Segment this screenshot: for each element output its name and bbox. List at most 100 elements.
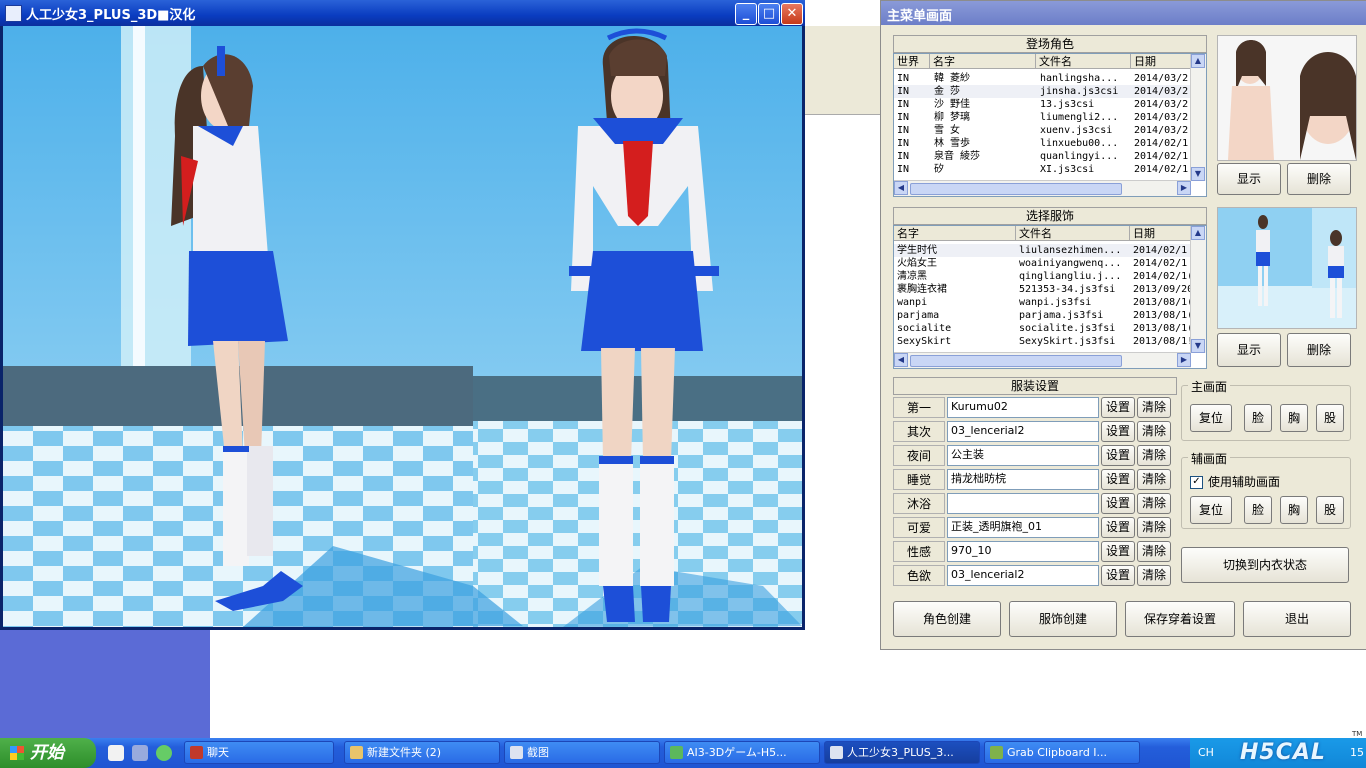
slot-set-button[interactable]: 设置 xyxy=(1101,541,1135,562)
exit-button[interactable]: 退出 xyxy=(1243,601,1351,637)
slot-clear-button[interactable]: 清除 xyxy=(1137,541,1171,562)
col-outfit-filename[interactable]: 文件名 xyxy=(1016,226,1130,241)
slot-set-button[interactable]: 设置 xyxy=(1101,397,1135,418)
slot-clear-button[interactable]: 清除 xyxy=(1137,421,1171,442)
slot-clear-button[interactable]: 清除 xyxy=(1137,445,1171,466)
slot-value-field[interactable]: 03_lencerial2 xyxy=(947,565,1099,586)
show-character-button[interactable]: 显示 xyxy=(1217,163,1281,195)
game-titlebar[interactable]: 人工少女3_PLUS_3D■汉化 _ □ ✕ xyxy=(0,0,805,26)
outfits-vscrollbar[interactable]: ▲ ▼ xyxy=(1190,226,1206,353)
taskbar-button[interactable]: 人工少女3_PLUS_3... xyxy=(824,741,980,764)
delete-outfit-button[interactable]: 删除 xyxy=(1287,333,1351,367)
start-button[interactable]: 开始 xyxy=(0,738,96,768)
delete-character-button[interactable]: 删除 xyxy=(1287,163,1351,195)
slot-value-field[interactable]: 正装_透明旗袍_01 xyxy=(947,517,1099,538)
outfit-row[interactable]: socialite socialite.js3fsi 2013/08/1( xyxy=(894,322,1191,335)
characters-vscrollbar[interactable]: ▲ ▼ xyxy=(1190,54,1206,181)
taskbar-button[interactable]: Grab Clipboard I... xyxy=(984,741,1140,764)
slot-value-field[interactable]: 970_10 xyxy=(947,541,1099,562)
character-row[interactable]: IN 柳 梦璃 liumengli2... 2014/03/2 xyxy=(894,111,1191,124)
col-outfit-name[interactable]: 名字 xyxy=(894,226,1016,241)
character-row[interactable]: IN 矽 XI.js3csi 2014/02/1 xyxy=(894,163,1191,176)
close-button[interactable]: ✕ xyxy=(781,3,803,25)
slot-clear-button[interactable]: 清除 xyxy=(1137,469,1171,490)
scroll-thumb[interactable] xyxy=(910,183,1122,195)
main-view-chest-button[interactable]: 胸 xyxy=(1280,404,1308,432)
scroll-left-arrow[interactable]: ◀ xyxy=(894,181,908,195)
quick-launch-icon[interactable] xyxy=(132,745,148,761)
scroll-left-arrow[interactable]: ◀ xyxy=(894,353,908,367)
characters-hscrollbar[interactable]: ◀ ▶ xyxy=(894,180,1191,196)
scroll-up-arrow[interactable]: ▲ xyxy=(1191,54,1205,68)
scroll-right-arrow[interactable]: ▶ xyxy=(1177,181,1191,195)
slot-set-button[interactable]: 设置 xyxy=(1101,445,1135,466)
slot-clear-button[interactable]: 清除 xyxy=(1137,493,1171,514)
slot-value-field[interactable]: Kurumu02 xyxy=(947,397,1099,418)
show-desktop-icon[interactable] xyxy=(108,745,124,761)
scroll-down-arrow[interactable]: ▼ xyxy=(1191,339,1205,353)
sub-view-chest-button[interactable]: 胸 xyxy=(1280,496,1308,524)
slot-set-button[interactable]: 设置 xyxy=(1101,421,1135,442)
main-view-hip-button[interactable]: 股 xyxy=(1316,404,1344,432)
panel-titlebar[interactable]: 主菜单画面 xyxy=(881,1,1366,25)
outfit-row[interactable]: parjama parjama.js3fsi 2013/08/1( xyxy=(894,309,1191,322)
scroll-down-arrow[interactable]: ▼ xyxy=(1191,167,1205,181)
sub-view-face-button[interactable]: 脸 xyxy=(1244,496,1272,524)
slot-clear-button[interactable]: 清除 xyxy=(1137,397,1171,418)
slot-value-field[interactable] xyxy=(947,493,1099,514)
slot-set-button[interactable]: 设置 xyxy=(1101,493,1135,514)
sub-view-hip-button[interactable]: 股 xyxy=(1316,496,1344,524)
scroll-right-arrow[interactable]: ▶ xyxy=(1177,353,1191,367)
main-view-reset-button[interactable]: 复位 xyxy=(1190,404,1232,432)
character-row[interactable]: IN 韓 菱紗 hanlingsha... 2014/03/2 xyxy=(894,72,1191,85)
characters-list[interactable]: 世界 名字 文件名 日期 IN 韓 菱紗 hanlingsha... 2014/03/… xyxy=(893,53,1207,197)
slot-value-field[interactable]: 03_lencerial2 xyxy=(947,421,1099,442)
create-outfit-button[interactable]: 服饰创建 xyxy=(1009,601,1117,637)
outfit-row[interactable]: 裹胸连衣裙 521353-34.js3fsi 2013/09/20 xyxy=(894,283,1191,296)
outfit-row[interactable]: wanpi wanpi.js3fsi 2013/08/1( xyxy=(894,296,1191,309)
slot-set-button[interactable]: 设置 xyxy=(1101,469,1135,490)
taskbar-button[interactable]: 新建文件夹 (2) xyxy=(344,741,500,764)
outfit-row[interactable]: SexySkirt SexySkirt.js3fsi 2013/08/1! xyxy=(894,335,1191,348)
scroll-thumb[interactable] xyxy=(910,355,1122,367)
show-outfit-button[interactable]: 显示 xyxy=(1217,333,1281,367)
col-world[interactable]: 世界 xyxy=(894,54,930,69)
switch-underwear-button[interactable]: 切换到内衣状态 xyxy=(1181,547,1349,583)
use-sub-view-checkbox[interactable]: ✓ xyxy=(1190,476,1203,489)
outfits-list[interactable]: 名字 文件名 日期 学生时代 liulansezhimen... 2014/02/1… xyxy=(893,225,1207,369)
character-row[interactable]: IN 泉音 綾莎 quanlingyi... 2014/02/1 xyxy=(894,150,1191,163)
save-outfit-settings-button[interactable]: 保存穿着设置 xyxy=(1125,601,1235,637)
col-date[interactable]: 日期 xyxy=(1131,54,1191,69)
sub-view-reset-button[interactable]: 复位 xyxy=(1190,496,1232,524)
scroll-up-arrow[interactable]: ▲ xyxy=(1191,226,1205,240)
browser-launch-icon[interactable] xyxy=(156,745,172,761)
outfit-row[interactable]: 火焰女王 woainiyangwenq... 2014/02/1 xyxy=(894,257,1191,270)
slot-set-button[interactable]: 设置 xyxy=(1101,565,1135,586)
col-name[interactable]: 名字 xyxy=(930,54,1036,69)
outfit-row[interactable]: 学生时代 liulansezhimen... 2014/02/1 xyxy=(894,244,1191,257)
slot-value-field[interactable]: 公主装 xyxy=(947,445,1099,466)
character-row[interactable]: IN 金 莎 jinsha.js3csi 2014/03/2 xyxy=(894,85,1191,98)
maximize-button[interactable]: □ xyxy=(758,3,780,25)
slot-clear-button[interactable]: 清除 xyxy=(1137,517,1171,538)
clock[interactable]: 15 xyxy=(1350,746,1364,759)
language-indicator[interactable]: CH xyxy=(1198,746,1214,759)
character-row[interactable]: IN 雪 女 xuenv.js3csi 2014/03/2 xyxy=(894,124,1191,137)
col-filename[interactable]: 文件名 xyxy=(1036,54,1131,69)
character-row[interactable]: IN 沙 野佳 13.js3csi 2014/03/2 xyxy=(894,98,1191,111)
slot-value-field[interactable]: 掯龙柮昉梡 xyxy=(947,469,1099,490)
slot-set-button[interactable]: 设置 xyxy=(1101,517,1135,538)
taskbar-button[interactable]: 截图 xyxy=(504,741,660,764)
taskbar-button[interactable]: 聊天 xyxy=(184,741,334,764)
taskbar-button[interactable]: AI3-3Dゲーム-H5... xyxy=(664,741,820,764)
outfit-row[interactable]: 清凉黑 qingliangliu.j... 2014/02/1( xyxy=(894,270,1191,283)
slot-clear-button[interactable]: 清除 xyxy=(1137,565,1171,586)
minimize-button[interactable]: _ xyxy=(735,3,757,25)
outfits-hscrollbar[interactable]: ◀ ▶ xyxy=(894,352,1191,368)
3d-viewport[interactable] xyxy=(3,26,802,627)
col-outfit-date[interactable]: 日期 xyxy=(1130,226,1191,241)
main-view-face-button[interactable]: 脸 xyxy=(1244,404,1272,432)
character-cell: quanlingyi... xyxy=(1040,151,1119,162)
create-character-button[interactable]: 角色创建 xyxy=(893,601,1001,637)
character-row[interactable]: IN 林 雪歩 linxuebu00... 2014/02/1 xyxy=(894,137,1191,150)
